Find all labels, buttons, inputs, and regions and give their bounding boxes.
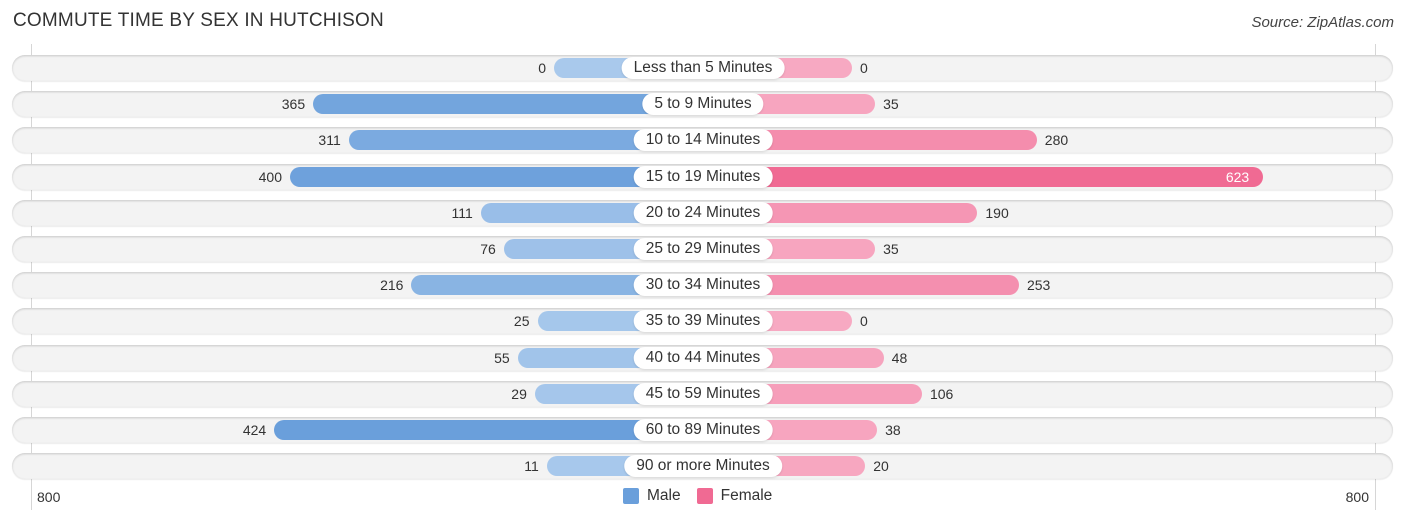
value-label-male: 0: [538, 60, 546, 76]
value-label-male: 55: [494, 349, 510, 366]
legend: Male Female: [623, 487, 788, 505]
bar-female: [703, 166, 1264, 187]
chart-title: COMMUTE TIME BY SEX IN HUTCHISON: [13, 10, 384, 31]
value-label-male: 400: [258, 168, 282, 185]
value-label-female: 48: [891, 349, 908, 366]
value-label-female: 35: [883, 241, 899, 257]
legend-swatch-female: [696, 488, 713, 504]
value-label-female: 280: [1044, 132, 1069, 149]
value-label-female: 38: [885, 422, 901, 438]
legend-item-male: Male: [623, 487, 681, 505]
source-label: Source: ZipAtlas.com: [1251, 14, 1394, 31]
value-label-female: 623: [1225, 168, 1250, 185]
category-label: 40 to 44 Minutes: [633, 346, 773, 369]
category-label: 30 to 34 Minutes: [633, 274, 773, 297]
category-label: 5 to 9 Minutes: [642, 93, 764, 116]
value-label-male: 216: [380, 277, 404, 294]
category-label: Less than 5 Minutes: [621, 57, 785, 79]
axis-tick-right: 800: [1345, 489, 1369, 505]
value-label-male: 311: [318, 132, 341, 149]
legend-label-female: Female: [720, 487, 773, 504]
value-label-male: 11: [524, 458, 539, 475]
category-label: 35 to 39 Minutes: [633, 310, 773, 333]
value-label-female: 0: [860, 313, 868, 330]
value-label-female: 35: [883, 96, 899, 113]
category-label: 60 to 89 Minutes: [633, 419, 773, 441]
value-label-female: 0: [860, 60, 868, 76]
axis-tick-left: 800: [37, 489, 61, 505]
legend-item-female: Female: [696, 487, 773, 505]
value-label-female: 20: [873, 458, 889, 475]
value-label-male: 25: [513, 313, 530, 330]
value-label-male: 76: [480, 241, 496, 257]
value-label-female: 106: [929, 385, 954, 402]
value-label-male: 424: [242, 422, 267, 438]
legend-swatch-male: [623, 488, 639, 504]
category-label: 25 to 29 Minutes: [633, 238, 773, 260]
value-label-male: 29: [511, 385, 527, 402]
value-label-male: 111: [451, 204, 473, 221]
category-label: 20 to 24 Minutes: [633, 201, 773, 224]
category-label: 15 to 19 Minutes: [633, 165, 773, 188]
value-label-female: 190: [985, 204, 1009, 221]
category-label: 10 to 14 Minutes: [633, 129, 773, 152]
category-label: 45 to 59 Minutes: [633, 382, 773, 405]
category-label: 90 or more Minutes: [624, 455, 782, 478]
legend-label-male: Male: [647, 487, 681, 504]
value-label-male: 365: [281, 96, 306, 113]
value-label-female: 253: [1026, 277, 1051, 294]
